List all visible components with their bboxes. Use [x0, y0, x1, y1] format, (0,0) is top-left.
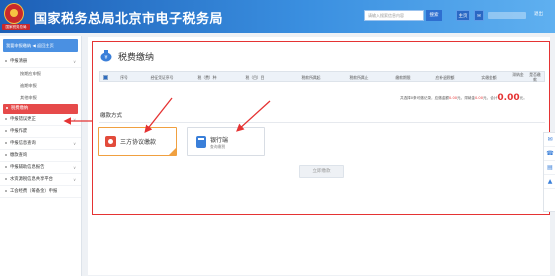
- selected-check-icon: [169, 148, 176, 155]
- page-title: 税费缴纳: [118, 53, 155, 63]
- bullet-icon: [5, 141, 7, 144]
- column-header: 序号: [120, 75, 128, 80]
- sidebar-item-error-correction[interactable]: 申报错误更正 ∨: [0, 114, 81, 126]
- divider: [99, 122, 545, 123]
- chevron-down-icon: ∨: [73, 165, 76, 170]
- tax-table-header: 序号 经征凭证序号 税（费）种 税（目）目 税款所属起 税款所属止 缴款期限 应…: [99, 71, 545, 82]
- search-button[interactable]: 搜索: [426, 10, 442, 21]
- sidebar-item-aux-report[interactable]: 申报辅助信息报告 ∨: [0, 162, 81, 174]
- sidebar-subitem-overdue[interactable]: 逾期申报: [0, 80, 81, 92]
- chevron-down-icon: ∨: [73, 141, 76, 146]
- sidebar-item-water-resource[interactable]: 水资源税信息共享平台 ∨: [0, 174, 81, 186]
- bullet-icon: [6, 106, 8, 109]
- column-header: 是否缴款: [529, 72, 541, 82]
- payment-option-label: 银行端: [210, 137, 229, 144]
- column-header: 税款所属起: [301, 75, 321, 80]
- pay-now-button[interactable]: 立即缴款: [299, 165, 344, 178]
- floating-toolbar: ✉ ☎ ▤ ▲: [543, 132, 555, 212]
- column-header: 税（费）种: [197, 75, 217, 80]
- column-header: 税（目）目: [245, 75, 265, 80]
- phone-icon[interactable]: ☎: [544, 147, 555, 161]
- message-button[interactable]: ✉: [474, 10, 484, 21]
- sidebar-item-declaration-list[interactable]: 申报清册 ∨: [0, 56, 81, 68]
- sidebar-subitem-due[interactable]: 按期应申报: [0, 68, 81, 80]
- sidebar: 我要申报缴纳 ◀ 返回主页 申报清册 ∨ 按期应申报 逾期申报 其他申报 税费缴纳…: [0, 36, 82, 276]
- payment-method-title: 缴款方式: [100, 113, 123, 119]
- tax-bureau-logo: [4, 3, 24, 24]
- search-input[interactable]: 请输入搜索信息内容: [364, 10, 424, 21]
- bullet-icon: [5, 129, 7, 132]
- sidebar-header[interactable]: 我要申报缴纳 ◀ 返回主页: [3, 39, 78, 52]
- sidebar-item-payment-query[interactable]: 缴款查询: [0, 150, 81, 162]
- user-name-redacted[interactable]: [488, 12, 526, 19]
- site-title: 国家税务总局北京市电子税务局: [34, 12, 224, 27]
- tripartite-payment-icon: [105, 136, 116, 147]
- sidebar-subitem-other[interactable]: 其他申报: [0, 92, 81, 104]
- column-header: 税款所属止: [349, 75, 369, 80]
- column-header: 经征凭证序号: [150, 75, 174, 80]
- payment-summary: 共选择0条可缴记录，应缴金额0.00元，滞纳金0.00元，合计0.00元。: [400, 93, 527, 103]
- chevron-down-icon: ∨: [73, 117, 76, 122]
- sidebar-item-void[interactable]: 申报作废: [0, 126, 81, 138]
- money-bag-icon: ¥: [100, 50, 112, 62]
- home-button[interactable]: 主页: [456, 10, 470, 21]
- bullet-icon: [5, 177, 7, 180]
- column-header: 实缴金额: [481, 75, 497, 80]
- chat-icon[interactable]: ✉: [544, 133, 555, 147]
- sidebar-item-query[interactable]: 申报信息查询 ∨: [0, 138, 81, 150]
- bullet-icon: [5, 59, 7, 62]
- payment-option-sublabel: 查询缴税: [210, 144, 226, 149]
- bullet-icon: [5, 153, 7, 156]
- sidebar-item-tax-payment[interactable]: 税费缴纳: [3, 104, 78, 114]
- bullet-icon: [5, 189, 7, 192]
- logout-link[interactable]: 退出: [534, 11, 543, 17]
- chevron-down-icon: ∨: [73, 59, 76, 64]
- column-header: 应补退税额: [435, 75, 455, 80]
- total-amount: 0.00: [497, 93, 520, 103]
- column-header: 滞纳金: [512, 72, 524, 77]
- payment-option-label: 三方协议缴款: [120, 139, 157, 146]
- bank-icon: [196, 136, 206, 148]
- bullet-icon: [5, 165, 7, 168]
- chevron-down-icon: ∨: [73, 177, 76, 182]
- svg-text:¥: ¥: [104, 55, 107, 61]
- bank-payment-option[interactable]: 银行端 查询缴税: [187, 127, 265, 156]
- top-header: 国家税务总局 国家税务总局北京市电子税务局 请输入搜索信息内容 搜索 主页 ✉ …: [0, 0, 555, 33]
- tripartite-agreement-payment-option[interactable]: 三方协议缴款: [98, 127, 177, 156]
- top-icon[interactable]: ▲: [544, 175, 555, 189]
- column-header: 缴款期限: [395, 75, 411, 80]
- document-icon[interactable]: ▤: [544, 161, 555, 175]
- logo-text: 国家税务总局: [2, 24, 30, 30]
- select-all-checkbox[interactable]: [103, 75, 108, 80]
- sidebar-item-union-fee[interactable]: 工会经费（筹备金）申报: [0, 186, 81, 198]
- bullet-icon: [5, 117, 7, 120]
